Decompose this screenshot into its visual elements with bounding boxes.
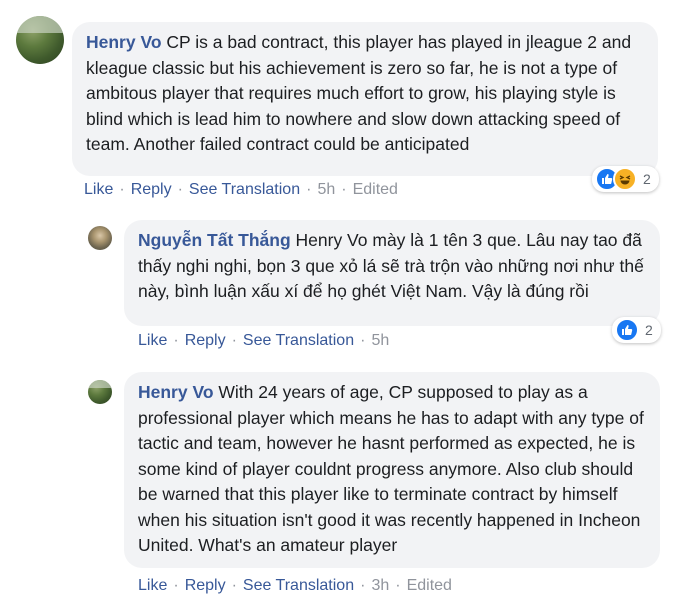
reply-button[interactable]: Reply bbox=[185, 332, 226, 349]
comment-text: CP is a bad contract, this player has pl… bbox=[86, 32, 632, 154]
reply-button[interactable]: Reply bbox=[185, 577, 226, 594]
separator: · bbox=[177, 181, 183, 198]
like-button[interactable]: Like bbox=[84, 181, 113, 198]
separator: · bbox=[119, 181, 125, 198]
see-translation-link[interactable]: See Translation bbox=[243, 332, 354, 349]
separator: · bbox=[341, 181, 347, 198]
timestamp[interactable]: 5h bbox=[371, 332, 389, 349]
separator: · bbox=[395, 577, 401, 594]
comment-author[interactable]: Nguyễn Tất Thắng bbox=[138, 230, 291, 250]
avatar-henry-vo[interactable] bbox=[16, 16, 64, 64]
comment-text: With 24 years of age, CP supposed to pla… bbox=[138, 382, 644, 555]
like-icon bbox=[615, 318, 639, 342]
separator: · bbox=[306, 181, 312, 198]
comment-author[interactable]: Henry Vo bbox=[138, 382, 214, 402]
edited-label[interactable]: Edited bbox=[353, 181, 398, 198]
reply-actions: Like · Reply · See Translation · 5h bbox=[138, 332, 389, 350]
reactions-summary[interactable]: 2 bbox=[592, 166, 659, 192]
comment-bubble: Henry Vo CP is a bad contract, this play… bbox=[72, 22, 658, 176]
haha-icon bbox=[613, 167, 637, 191]
reactions-summary[interactable]: 2 bbox=[612, 317, 661, 343]
separator: · bbox=[173, 332, 179, 349]
separator: · bbox=[231, 577, 237, 594]
reaction-count: 2 bbox=[643, 171, 651, 187]
separator: · bbox=[360, 332, 366, 349]
timestamp[interactable]: 3h bbox=[371, 577, 389, 594]
reply-actions: Like · Reply · See Translation · 3h · Edited bbox=[138, 577, 452, 595]
reply-button[interactable]: Reply bbox=[131, 181, 172, 198]
like-button[interactable]: Like bbox=[138, 332, 167, 349]
separator: · bbox=[173, 577, 179, 594]
avatar-henry-vo[interactable] bbox=[88, 380, 112, 404]
comment-actions: Like · Reply · See Translation · 5h · Edited bbox=[84, 181, 398, 199]
reply-bubble: Nguyễn Tất Thắng Henry Vo mày là 1 tên 3… bbox=[124, 220, 660, 326]
like-button[interactable]: Like bbox=[138, 577, 167, 594]
separator: · bbox=[360, 577, 366, 594]
reaction-count: 2 bbox=[645, 322, 653, 338]
edited-label[interactable]: Edited bbox=[407, 577, 452, 594]
comment-author[interactable]: Henry Vo bbox=[86, 32, 162, 52]
see-translation-link[interactable]: See Translation bbox=[243, 577, 354, 594]
avatar-nguyen-tat-thang[interactable] bbox=[88, 226, 112, 250]
see-translation-link[interactable]: See Translation bbox=[189, 181, 300, 198]
timestamp[interactable]: 5h bbox=[317, 181, 335, 198]
reply-bubble: Henry Vo With 24 years of age, CP suppos… bbox=[124, 372, 660, 568]
separator: · bbox=[231, 332, 237, 349]
